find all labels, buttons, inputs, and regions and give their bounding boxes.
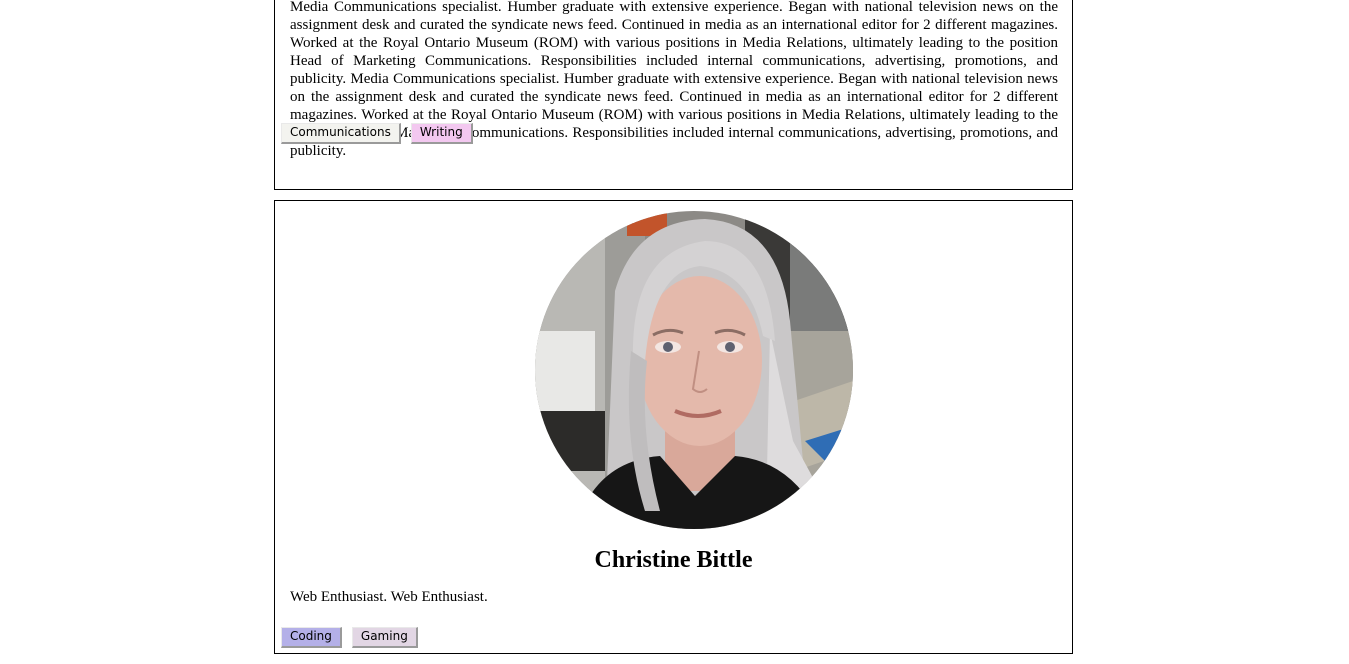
tag-communications[interactable]: Communications	[281, 123, 401, 144]
tag-list: Communications Writing	[281, 123, 473, 144]
profile-bio: Web Enthusiast. Web Enthusiast.	[290, 589, 488, 605]
tag-list: Coding Gaming	[281, 627, 418, 648]
tag-coding[interactable]: Coding	[281, 627, 342, 648]
profile-name: Christine Bittle	[594, 547, 753, 573]
profile-card: Media Communications specialist. Humber …	[274, 0, 1073, 190]
tag-writing[interactable]: Writing	[410, 123, 473, 144]
tag-gaming[interactable]: Gaming	[351, 627, 418, 648]
avatar-photo	[535, 211, 853, 529]
profile-card: Christine Bittle Web Enthusiast. Web Ent…	[274, 200, 1073, 654]
avatar	[535, 211, 853, 529]
